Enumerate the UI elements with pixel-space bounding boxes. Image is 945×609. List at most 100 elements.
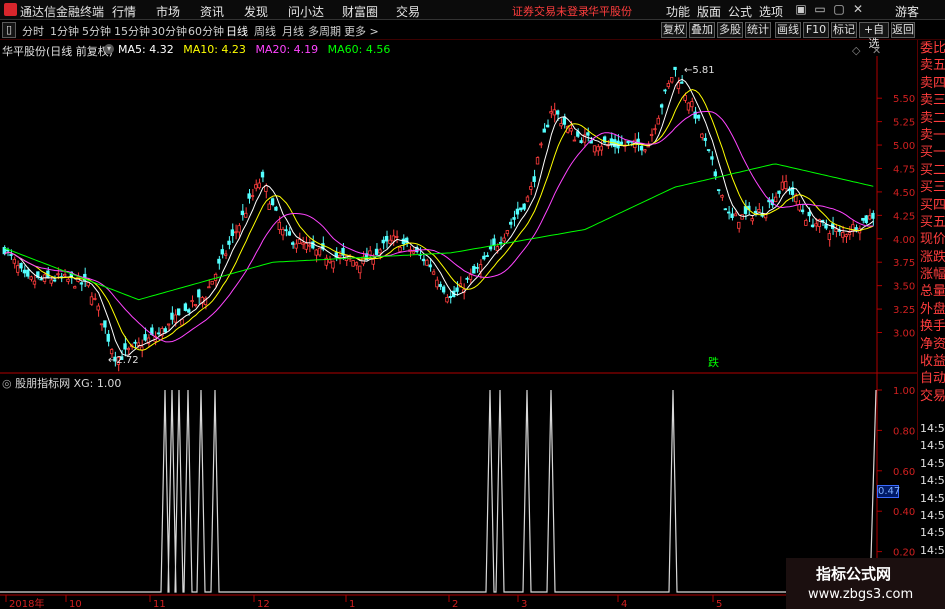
candle-body: [478, 264, 483, 272]
sidebar-item[interactable]: 自动: [918, 370, 945, 387]
overlay-button[interactable]: 叠加: [689, 22, 715, 38]
menu-news[interactable]: 资讯: [200, 3, 224, 20]
back-button[interactable]: 返回: [891, 22, 915, 38]
candle-body: [488, 246, 493, 250]
restore-icon[interactable]: ▢: [832, 2, 846, 17]
stats-button[interactable]: 统计: [745, 22, 771, 38]
tf-multi[interactable]: 多周期: [308, 23, 341, 39]
sidebar-item[interactable]: 卖五: [918, 57, 945, 74]
tf-intraday[interactable]: 分时: [22, 23, 44, 39]
price-tick: 5.50: [893, 94, 915, 105]
tf-daily[interactable]: 日线: [226, 23, 248, 39]
menu-function[interactable]: 功能: [666, 3, 690, 20]
minimize-icon[interactable]: ▭: [813, 2, 827, 17]
login-status[interactable]: 证券交易未登录: [512, 3, 589, 19]
candle-body: [472, 265, 476, 274]
sidebar-item[interactable]: 买二: [918, 162, 945, 179]
sidebar-item[interactable]: 交易: [918, 388, 945, 405]
sidebar-item[interactable]: 卖四: [918, 75, 945, 92]
tf-monthly[interactable]: 月线: [282, 23, 304, 39]
sidebar-item[interactable]: 收益: [918, 353, 945, 370]
candle-body: [740, 214, 744, 220]
draw-button[interactable]: 画线: [775, 22, 801, 38]
x-tick: 3: [521, 599, 527, 609]
menu-bar: 通达信金融终端 行情 市场 资讯 发现 问小达 财富圈 交易 证券交易未登录 华…: [0, 0, 945, 20]
candle-body: [780, 181, 785, 190]
user-guest[interactable]: 游客: [895, 3, 919, 20]
candle-body: [777, 190, 781, 194]
price-tick: 3.25: [893, 305, 915, 316]
sidebar-item[interactable]: 涨幅: [918, 266, 945, 283]
skin-icon[interactable]: ▣: [794, 2, 808, 17]
close-icon[interactable]: ✕: [851, 2, 865, 17]
candle-body: [26, 269, 30, 277]
menu-options[interactable]: 选项: [759, 3, 783, 20]
sidebar-item[interactable]: 买三: [918, 179, 945, 196]
tf-1min[interactable]: 1分钟: [50, 23, 79, 39]
candle-body: [280, 228, 285, 236]
sidebar-item[interactable]: 卖三: [918, 92, 945, 109]
sidebar-item[interactable]: 净资: [918, 336, 945, 353]
candle-body: [234, 231, 238, 234]
candle-body: [143, 334, 147, 341]
candle-body: [737, 221, 741, 229]
menu-xiaoda[interactable]: 问小达: [288, 3, 324, 20]
sidebar-item[interactable]: 涨跌: [918, 249, 945, 266]
candle-body: [277, 221, 281, 230]
candle-body: [435, 279, 439, 288]
candle-body: [519, 207, 523, 211]
candle-body: [529, 186, 533, 190]
sidebar-item[interactable]: 卖一: [918, 127, 945, 144]
panel-toggle-icon[interactable]: ▯: [2, 22, 16, 38]
candle-body: [156, 332, 161, 335]
candle-body: [240, 210, 245, 216]
sidebar-item[interactable]: 外盘: [918, 301, 945, 318]
tf-weekly[interactable]: 周线: [254, 23, 276, 39]
candle-body: [505, 230, 510, 235]
price-tick: 4.25: [893, 211, 915, 222]
price-tick: 3.00: [893, 329, 915, 340]
candle-body: [374, 248, 379, 255]
price-tick: 4.00: [893, 235, 915, 246]
candle-body: [535, 157, 540, 165]
indicator-settings-icon[interactable]: ◎: [2, 377, 12, 390]
candle-body: [425, 259, 429, 266]
sidebar-item[interactable]: 卖二: [918, 110, 945, 127]
f10-button[interactable]: F10: [803, 22, 829, 38]
sidebar-item[interactable]: 买五: [918, 214, 945, 231]
sidebar-item[interactable]: 总量: [918, 283, 945, 300]
candle-body: [666, 83, 671, 88]
candle-body: [555, 110, 560, 115]
multi-stock-button[interactable]: 多股: [717, 22, 743, 38]
tf-more[interactable]: 更多 >: [344, 23, 379, 39]
candle-body: [498, 241, 503, 244]
menu-formula[interactable]: 公式: [728, 3, 752, 20]
candle-body: [800, 209, 805, 213]
menu-trade[interactable]: 交易: [396, 3, 420, 20]
candle-body: [39, 278, 43, 281]
menu-market[interactable]: 市场: [156, 3, 180, 20]
watermark-url: www.zbgs3.com: [808, 587, 914, 602]
watermark-brand: 指标公式网: [816, 565, 892, 583]
candle-body: [847, 232, 852, 236]
mark-button[interactable]: 标记: [831, 22, 857, 38]
menu-quotes[interactable]: 行情: [112, 3, 136, 20]
tf-30min[interactable]: 30分钟: [151, 23, 187, 39]
kline-chart[interactable]: 5.50 5.25 5.00 4.75 4.50 4.25 4.00 3.75 3.50 3.25…: [0, 40, 917, 609]
menu-wealth[interactable]: 财富圈: [342, 3, 378, 20]
adjust-button[interactable]: 复权: [661, 22, 687, 38]
tf-60min[interactable]: 60分钟: [188, 23, 224, 39]
tf-15min[interactable]: 15分钟: [114, 23, 150, 39]
menu-discover[interactable]: 发现: [244, 3, 268, 20]
sidebar-item[interactable]: 现价: [918, 231, 945, 248]
menu-layout[interactable]: 版面: [697, 3, 721, 20]
sidebar-item[interactable]: 买四: [918, 197, 945, 214]
add-watchlist-button[interactable]: +自选: [859, 22, 889, 50]
candle-body: [16, 265, 20, 273]
sidebar-item[interactable]: 换手: [918, 318, 945, 335]
sidebar-item[interactable]: 委比: [918, 40, 945, 57]
tf-5min[interactable]: 5分钟: [82, 23, 111, 39]
candle-body: [619, 141, 624, 145]
trade-time: 14:56: [920, 508, 945, 522]
sidebar-item[interactable]: 买一: [918, 144, 945, 161]
